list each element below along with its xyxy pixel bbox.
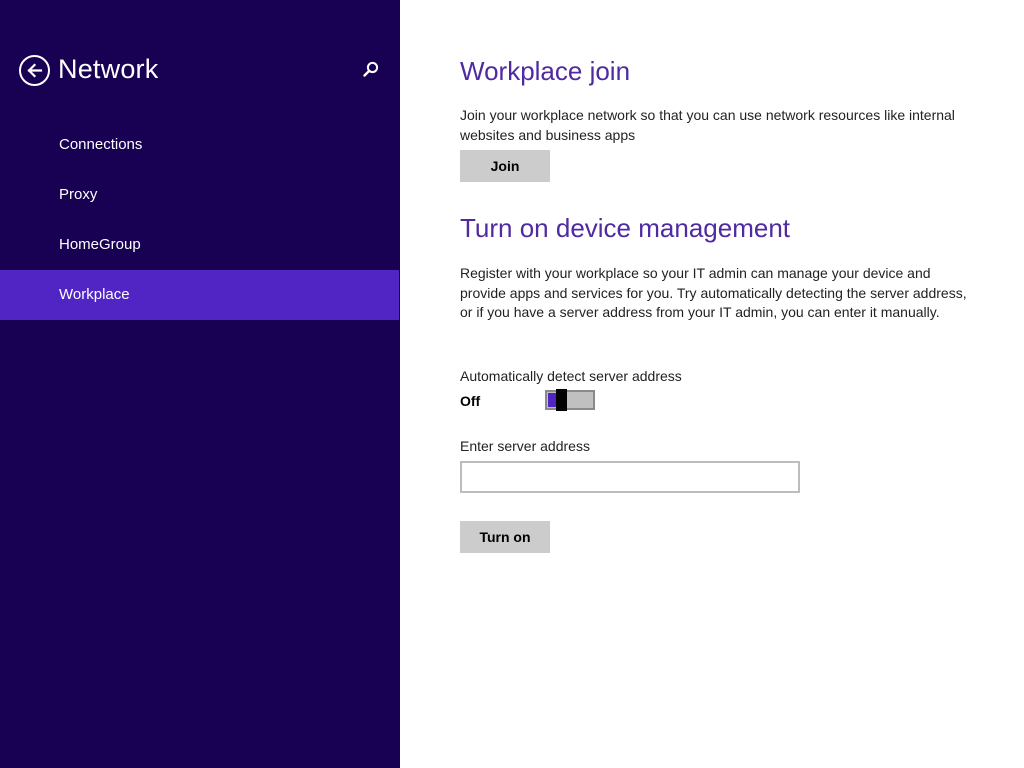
back-button[interactable] — [19, 55, 50, 86]
sidebar-item-workplace[interactable]: Workplace — [0, 270, 399, 320]
workplace-join-heading: Workplace join — [460, 56, 631, 86]
toggle-thumb[interactable] — [556, 389, 567, 411]
server-address-input[interactable] — [460, 461, 800, 493]
device-management-heading: Turn on device management — [460, 213, 791, 243]
server-address-label: Enter server address — [460, 438, 590, 454]
sidebar-item-homegroup[interactable]: HomeGroup — [0, 220, 399, 270]
workplace-join-description: Join your workplace network so that you … — [460, 107, 955, 143]
auto-detect-toggle[interactable] — [545, 389, 595, 411]
auto-detect-label: Automatically detect server address — [460, 368, 682, 384]
join-button[interactable]: Join — [460, 150, 550, 182]
device-management-description: Register with your workplace so your IT … — [460, 265, 967, 320]
sidebar-item-proxy[interactable]: Proxy — [0, 170, 399, 220]
search-icon — [363, 61, 379, 77]
back-arrow-icon — [27, 63, 43, 78]
main-content: Workplace join Join your workplace netwo… — [400, 0, 1024, 768]
sidebar-item-connections[interactable]: Connections — [0, 120, 399, 170]
sidebar-title: Network — [58, 54, 159, 84]
search-button[interactable] — [361, 60, 381, 80]
turn-on-button[interactable]: Turn on — [460, 521, 550, 553]
sidebar: Network Connections Proxy HomeGroup Work… — [0, 0, 400, 768]
auto-detect-state: Off — [460, 393, 481, 409]
